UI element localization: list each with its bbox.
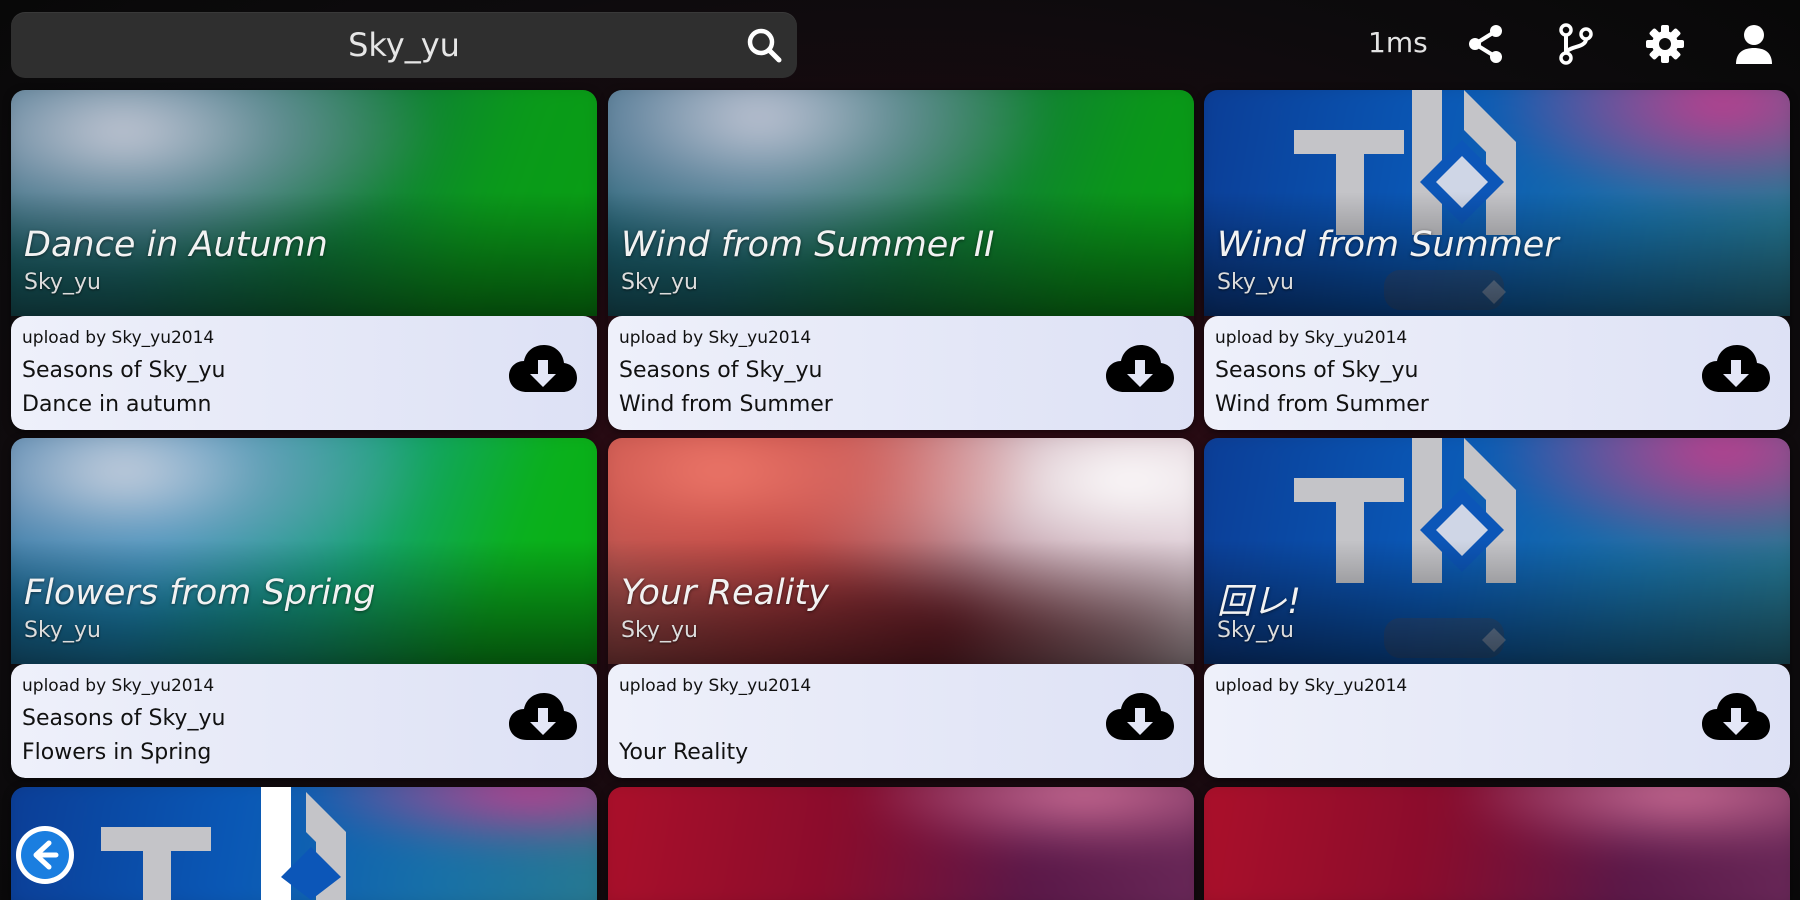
uploader-label: upload by Sky_yu2014	[619, 676, 812, 696]
branch-icon[interactable]	[1554, 22, 1598, 66]
user-icon[interactable]	[1732, 22, 1776, 66]
chart-card[interactable]: Wind from Summer Sky_yu upload by Sky_yu…	[1204, 90, 1790, 430]
search-input[interactable]: Sky_yu	[11, 12, 797, 78]
chart-title: Wind from Summer II	[621, 225, 995, 265]
chart-pack-name: Seasons of Sky_yu	[22, 706, 226, 731]
chart-artist: Sky_yu	[24, 618, 101, 643]
uploader-label: upload by Sky_yu2014	[22, 328, 215, 348]
cloud-download-icon[interactable]	[1700, 342, 1772, 398]
latency-indicator: 1ms	[1368, 26, 1428, 59]
chart-title: Wind from Summer	[1217, 225, 1559, 265]
chart-cover: Flowers from Spring Sky_yu	[11, 438, 597, 664]
chart-pack-name: Seasons of Sky_yu	[22, 358, 226, 383]
chart-title: Flowers from Spring	[24, 573, 376, 613]
chart-info-panel: upload by Sky_yu2014	[1204, 664, 1790, 778]
arrow-left-icon	[21, 831, 69, 879]
chart-song-name: Wind from Summer	[1215, 392, 1429, 417]
share-icon[interactable]	[1464, 22, 1508, 66]
chart-song-name: Dance in autumn	[22, 392, 212, 417]
cloud-download-icon[interactable]	[507, 690, 579, 746]
back-button[interactable]	[16, 826, 74, 884]
chart-cover: Wind from Summer Sky_yu	[1204, 90, 1790, 316]
chart-pack-name: Seasons of Sky_yu	[619, 358, 823, 383]
chart-cover	[1204, 787, 1790, 900]
cloud-download-icon[interactable]	[507, 342, 579, 398]
cloud-download-icon[interactable]	[1104, 342, 1176, 398]
search-icon[interactable]	[745, 26, 783, 64]
chart-cover	[11, 787, 597, 900]
chart-card[interactable]: Your Reality Sky_yu upload by Sky_yu2014…	[608, 438, 1194, 778]
chart-info-panel: upload by Sky_yu2014 Seasons of Sky_yu W…	[1204, 316, 1790, 430]
chart-card[interactable]: 回レ! Sky_yu upload by Sky_yu2014	[1204, 438, 1790, 778]
chart-song-name: Your Reality	[619, 740, 749, 765]
chart-card[interactable]	[1204, 787, 1790, 900]
chart-artist: Sky_yu	[621, 270, 698, 295]
chart-info-panel: upload by Sky_yu2014 Seasons of Sky_yu D…	[11, 316, 597, 430]
cloud-download-icon[interactable]	[1700, 690, 1772, 746]
chart-card[interactable]	[608, 787, 1194, 900]
chart-artist: Sky_yu	[621, 618, 698, 643]
uploader-label: upload by Sky_yu2014	[22, 676, 215, 696]
uploader-label: upload by Sky_yu2014	[1215, 328, 1408, 348]
chart-cover	[608, 787, 1194, 900]
uploader-label: upload by Sky_yu2014	[619, 328, 812, 348]
chart-song-name: Flowers in Spring	[22, 740, 212, 765]
chart-title: Dance in Autumn	[24, 225, 328, 265]
chart-artist: Sky_yu	[24, 270, 101, 295]
chart-cover: Dance in Autumn Sky_yu	[11, 90, 597, 316]
chart-pack-name: Seasons of Sky_yu	[1215, 358, 1419, 383]
chart-cover: Your Reality Sky_yu	[608, 438, 1194, 664]
chart-title: 回レ!	[1217, 582, 1302, 622]
chart-song-name: Wind from Summer	[619, 392, 833, 417]
chart-artist: Sky_yu	[1217, 618, 1294, 643]
chart-artist: Sky_yu	[1217, 270, 1294, 295]
chart-title: Your Reality	[621, 573, 829, 613]
chart-grid: Dance in Autumn Sky_yu upload by Sky_yu2…	[0, 0, 1800, 900]
search-bar[interactable]: Sky_yu	[11, 12, 797, 78]
chart-card[interactable]: Dance in Autumn Sky_yu upload by Sky_yu2…	[11, 90, 597, 430]
chart-card[interactable]	[11, 787, 597, 900]
chart-cover: 回レ! Sky_yu	[1204, 438, 1790, 664]
chart-card[interactable]: Wind from Summer II Sky_yu upload by Sky…	[608, 90, 1194, 430]
th-logo-icon	[101, 787, 346, 900]
chart-info-panel: upload by Sky_yu2014 Seasons of Sky_yu F…	[11, 664, 597, 778]
gear-icon[interactable]	[1643, 22, 1687, 66]
chart-card[interactable]: Flowers from Spring Sky_yu upload by Sky…	[11, 438, 597, 778]
cloud-download-icon[interactable]	[1104, 690, 1176, 746]
chart-info-panel: upload by Sky_yu2014 Seasons of Sky_yu W…	[608, 316, 1194, 430]
chart-cover: Wind from Summer II Sky_yu	[608, 90, 1194, 316]
uploader-label: upload by Sky_yu2014	[1215, 676, 1408, 696]
top-bar: Sky_yu 1ms	[0, 0, 1800, 90]
chart-info-panel: upload by Sky_yu2014 Your Reality	[608, 664, 1194, 778]
